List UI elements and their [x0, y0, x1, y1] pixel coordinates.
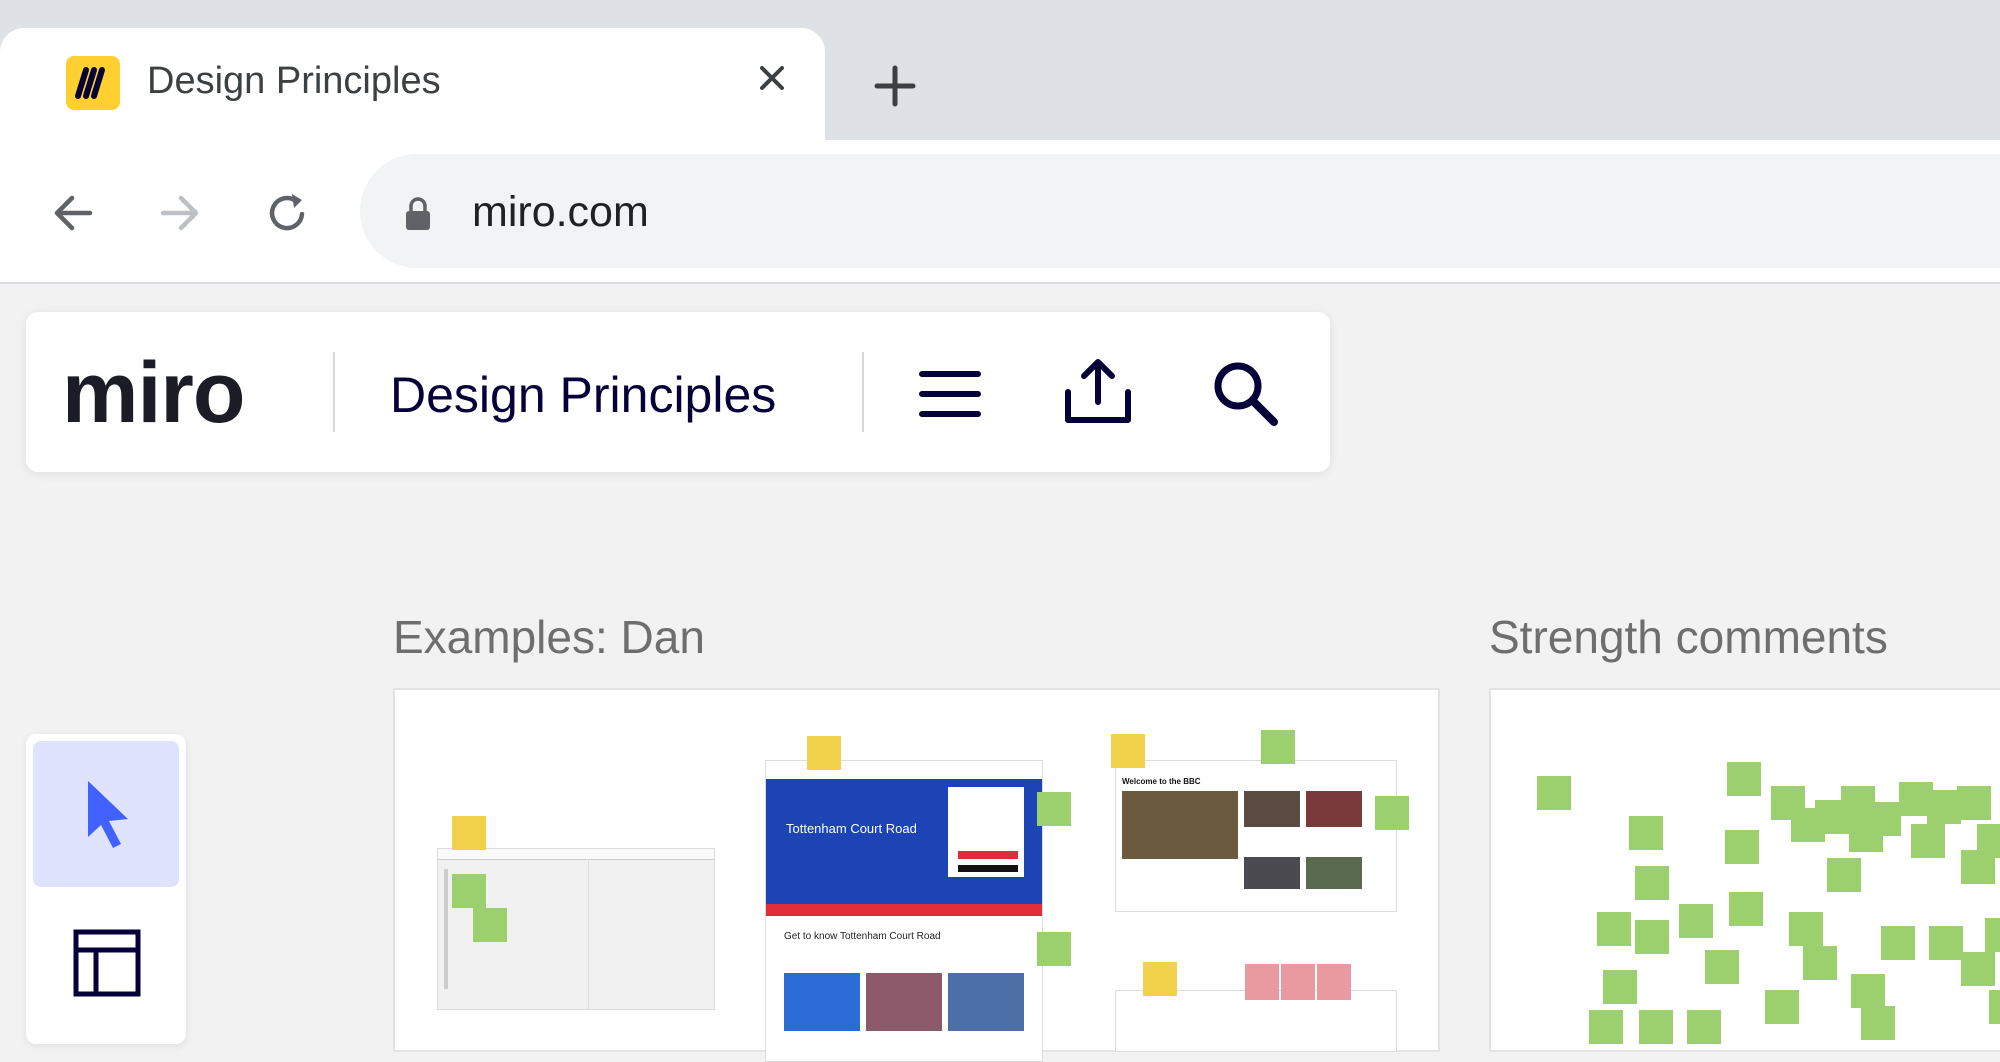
tab-title: Design Principles: [147, 60, 441, 102]
bbc-thumbnail[interactable]: Welcome to the BBC: [1115, 760, 1397, 912]
sticky-note[interactable]: [1705, 950, 1739, 984]
sticky-note[interactable]: [452, 816, 486, 850]
sticky-note[interactable]: [1629, 816, 1663, 850]
sticky-note[interactable]: [1537, 776, 1571, 810]
sticky-note[interactable]: [1881, 926, 1915, 960]
miro-logo[interactable]: miro: [62, 350, 245, 436]
sticky-note[interactable]: [1867, 802, 1901, 836]
board-title[interactable]: Design Principles: [390, 366, 776, 424]
menu-icon[interactable]: [918, 362, 982, 426]
sticky-note[interactable]: [1827, 858, 1861, 892]
sticky-note[interactable]: [1261, 730, 1295, 764]
forward-arrow-icon[interactable]: [155, 188, 205, 238]
lock-icon[interactable]: [404, 196, 432, 232]
sticky-note[interactable]: [1589, 1010, 1623, 1044]
tcr-thumbnail[interactable]: Tottenham Court Road Get to know Tottenh…: [765, 760, 1043, 1062]
sticky-note[interactable]: [1985, 918, 2000, 952]
sticky-note[interactable]: [1911, 824, 1945, 858]
sticky-note[interactable]: [1961, 850, 1995, 884]
sticky-note[interactable]: [1929, 926, 1963, 960]
url-text[interactable]: miro.com: [472, 188, 649, 237]
search-icon[interactable]: [1212, 360, 1278, 426]
sticky-note[interactable]: [1729, 892, 1763, 926]
sticky-note[interactable]: [1851, 974, 1885, 1008]
sticky-note[interactable]: [1375, 796, 1409, 830]
select-tool[interactable]: [33, 741, 179, 887]
frame-examples[interactable]: Tottenham Court Road Get to know Tottenh…: [393, 688, 1440, 1062]
sticky-note[interactable]: [473, 908, 507, 942]
sticky-note[interactable]: [1727, 762, 1761, 796]
templates-layout-icon[interactable]: [72, 928, 142, 998]
tcr-title: Tottenham Court Road: [786, 821, 917, 836]
sticky-note[interactable]: [1597, 912, 1631, 946]
sticky-note[interactable]: [1957, 786, 1991, 820]
reload-icon[interactable]: [262, 188, 312, 238]
close-tab-icon[interactable]: [752, 58, 792, 98]
sticky-note[interactable]: [1143, 962, 1177, 996]
sticky-note[interactable]: [807, 736, 841, 770]
sticky-note[interactable]: [1245, 964, 1279, 1000]
sticky-note[interactable]: [1687, 1010, 1721, 1044]
divider: [333, 352, 335, 432]
frame-label-examples[interactable]: Examples: Dan: [393, 610, 705, 664]
sticky-note[interactable]: [1803, 946, 1837, 980]
sticky-note[interactable]: [1789, 912, 1823, 946]
tcr-subtitle: Get to know Tottenham Court Road: [784, 931, 941, 942]
sticky-note[interactable]: [452, 874, 486, 908]
sticky-note[interactable]: [1635, 866, 1669, 900]
frame-label-strength[interactable]: Strength comments: [1489, 610, 1888, 664]
sticky-note[interactable]: [1861, 1006, 1895, 1040]
miro-favicon-icon: [66, 56, 120, 110]
sticky-note[interactable]: [1037, 792, 1071, 826]
divider: [862, 352, 864, 432]
sticky-note[interactable]: [1639, 1010, 1673, 1044]
frame-strength-comments[interactable]: [1489, 688, 2000, 1052]
sticky-note[interactable]: [1281, 964, 1315, 1000]
upload-share-icon[interactable]: [1064, 358, 1131, 423]
sticky-note[interactable]: [1725, 830, 1759, 864]
sticky-note[interactable]: [1111, 734, 1145, 768]
sticky-note[interactable]: [1679, 904, 1713, 938]
sticky-note[interactable]: [1317, 964, 1351, 1000]
sticky-note[interactable]: [1603, 970, 1637, 1004]
sticky-note[interactable]: [1635, 920, 1669, 954]
sticky-note[interactable]: [1961, 952, 1995, 986]
sticky-note[interactable]: [1037, 932, 1071, 966]
sticky-note[interactable]: [1989, 990, 2000, 1024]
sticky-note[interactable]: [1927, 790, 1961, 824]
new-tab-icon[interactable]: [873, 64, 917, 108]
sticky-note[interactable]: [1765, 990, 1799, 1024]
bbc-title: Welcome to the BBC: [1122, 777, 1201, 786]
back-arrow-icon[interactable]: [48, 188, 98, 238]
